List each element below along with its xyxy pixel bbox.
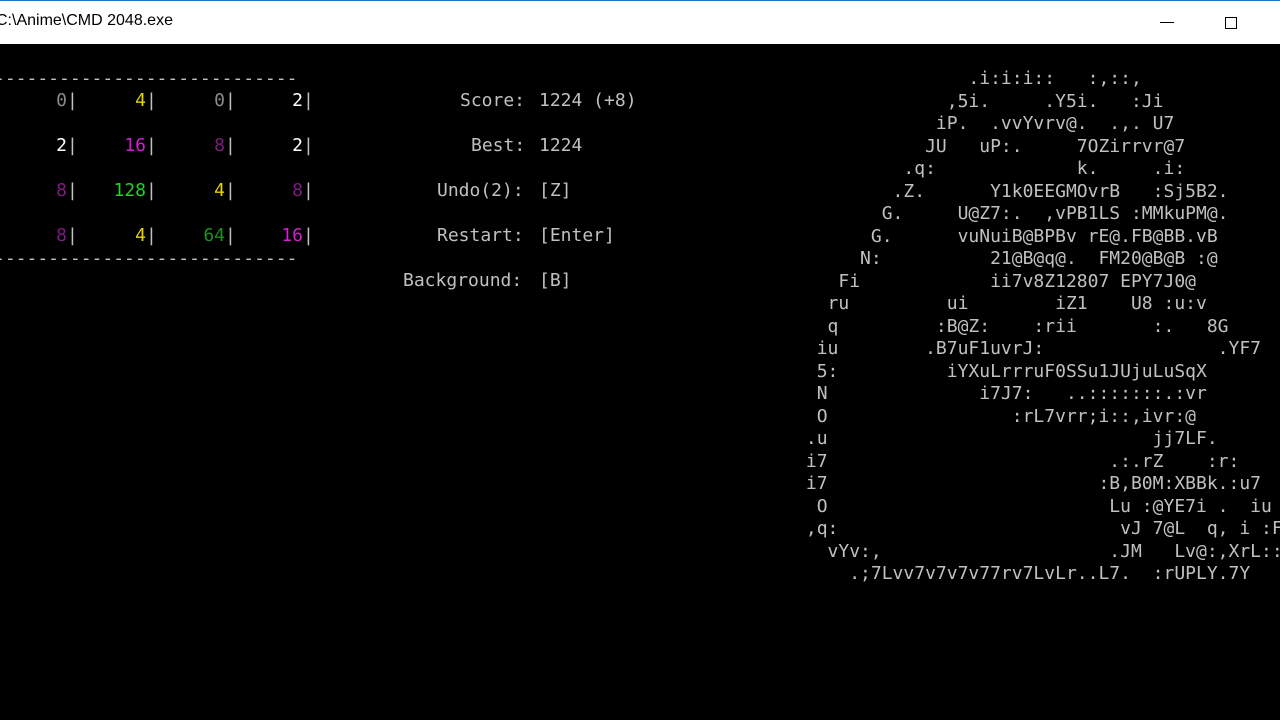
- ascii-art-line: .q: k. .i:: [730, 158, 1186, 179]
- ascii-art-line: O :rL7vrr;i::,ivr:@: [730, 405, 1196, 427]
- minimize-icon: [1160, 22, 1174, 23]
- ascii-art-line: iP. .vvYvrv@. .,. U7: [730, 113, 1175, 134]
- ascii-art-line: Fi ii7v8Z12807 EPY7J0@: [730, 270, 1196, 292]
- ascii-art-line: iu .B7uF1uvrJ: .YF7: [730, 338, 1262, 359]
- ascii-art-line: ,q: vJ 7@L q, i :F: [730, 518, 1280, 539]
- ascii-art-line: ru ui iZ1 U8 :u:v: [730, 293, 1207, 314]
- ascii-art-line: O Lu :@YE7i . iu: [730, 495, 1272, 517]
- maximize-button[interactable]: [1200, 1, 1262, 44]
- ascii-art-line: ,5i. .Y5i. :Ji: [730, 90, 1164, 112]
- ascii-art-line: q :B@Z: :rii :. 8G: [730, 315, 1229, 337]
- ascii-art-line: 5: iYXuLrrruF0SSu1JUjuLuSqX: [730, 360, 1207, 382]
- ascii-art-line: .u jj7LF.: [730, 428, 1218, 449]
- ascii-art-line: .Z. Y1k0EEGMOvrB :Sj5B2.: [730, 180, 1229, 202]
- ascii-art-line: N: 21@B@q@. FM20@B@B :@: [730, 248, 1218, 269]
- minimize-button[interactable]: [1136, 1, 1198, 44]
- ascii-art-line: i7 .:.rZ :r:: [730, 450, 1240, 472]
- ascii-art-line: i7 :B,B0M:XBBk.:u7: [730, 473, 1262, 494]
- ascii-art-line: N i7J7: ..:::::::.:vr: [730, 383, 1207, 404]
- maximize-icon: [1225, 16, 1237, 29]
- ascii-art-line: G. U@Z7:. ,vPB1LS :MMkuPM@.: [730, 203, 1229, 224]
- ascii-art-line: vYv:, .JM Lv@:,XrL::5: [730, 540, 1280, 562]
- console-area[interactable]: ---------------------------- 0 | 4 | 0 | 2 | 2 | 1…: [0, 44, 1280, 720]
- ascii-art-line: JU uP:. 7OZirrvr@7: [730, 135, 1186, 157]
- title-bar[interactable]: C:\Anime\CMD 2048.exe: [0, 1, 1280, 44]
- console-window: C:\Anime\CMD 2048.exe ------------------…: [0, 0, 1280, 720]
- ascii-art-line: .;7Lvv7v7v7v77rv7LvLr..L7. :rUPLY.7Y: [730, 563, 1251, 584]
- ascii-art-line: .i:i:i:: :,::,: [730, 68, 1142, 89]
- window-title: C:\Anime\CMD 2048.exe: [0, 12, 173, 29]
- ascii-art-line: G. vuNuiB@BPBv rE@.FB@BB.vB: [730, 225, 1218, 247]
- ascii-art: .i:i:i:: :,::, ,5i. .Y5i. :Ji iP. .vvYvr…: [0, 44, 1280, 720]
